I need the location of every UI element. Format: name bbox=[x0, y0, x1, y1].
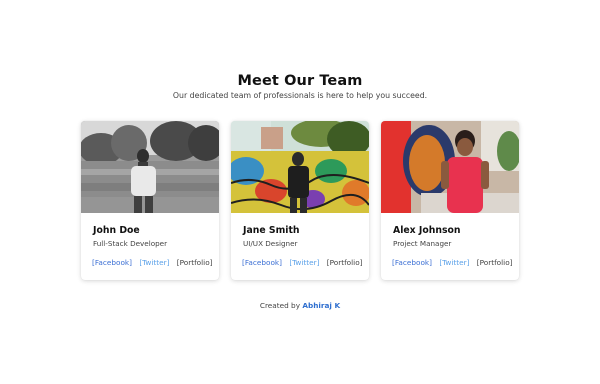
member-role: UI/UX Designer bbox=[243, 239, 298, 248]
page-subtitle: Our dedicated team of professionals is h… bbox=[172, 91, 428, 100]
page-title: Meet Our Team bbox=[237, 73, 363, 89]
team-card: John Doe Full-Stack Developer [Facebook]… bbox=[81, 121, 219, 280]
author-link[interactable]: Abhiraj K bbox=[302, 301, 340, 310]
portfolio-link[interactable]: [Portfolio] bbox=[477, 258, 513, 267]
social-links: [Facebook] [Twitter] [Portfolio] bbox=[242, 258, 368, 267]
member-name: Alex Johnson bbox=[393, 225, 461, 236]
member-name: Jane Smith bbox=[243, 225, 300, 236]
member-name: John Doe bbox=[93, 225, 140, 236]
twitter-link[interactable]: [Twitter] bbox=[289, 258, 319, 267]
member-role: Project Manager bbox=[393, 239, 452, 248]
twitter-link[interactable]: [Twitter] bbox=[439, 258, 469, 267]
portfolio-link[interactable]: [Portfolio] bbox=[327, 258, 363, 267]
member-photo bbox=[231, 121, 369, 213]
social-links: [Facebook] [Twitter] [Portfolio] bbox=[92, 258, 218, 267]
footer-prefix: Created by bbox=[259, 301, 301, 310]
member-role: Full-Stack Developer bbox=[93, 239, 168, 248]
team-page: Meet Our Team Our dedicated team of prof… bbox=[0, 0, 600, 384]
facebook-link[interactable]: [Facebook] bbox=[92, 258, 132, 267]
member-photo bbox=[81, 121, 219, 213]
member-photo bbox=[381, 121, 519, 213]
team-card: Jane Smith UI/UX Designer [Facebook] [Tw… bbox=[231, 121, 369, 280]
team-cards: John Doe Full-Stack Developer [Facebook]… bbox=[81, 121, 519, 281]
twitter-link[interactable]: [Twitter] bbox=[139, 258, 169, 267]
footer-credit: Created by Abhiraj K bbox=[0, 301, 600, 310]
social-links: [Facebook] [Twitter] [Portfolio] bbox=[392, 258, 518, 267]
facebook-link[interactable]: [Facebook] bbox=[392, 258, 432, 267]
portfolio-link[interactable]: [Portfolio] bbox=[177, 258, 213, 267]
team-card: Alex Johnson Project Manager [Facebook] … bbox=[381, 121, 519, 280]
facebook-link[interactable]: [Facebook] bbox=[242, 258, 282, 267]
